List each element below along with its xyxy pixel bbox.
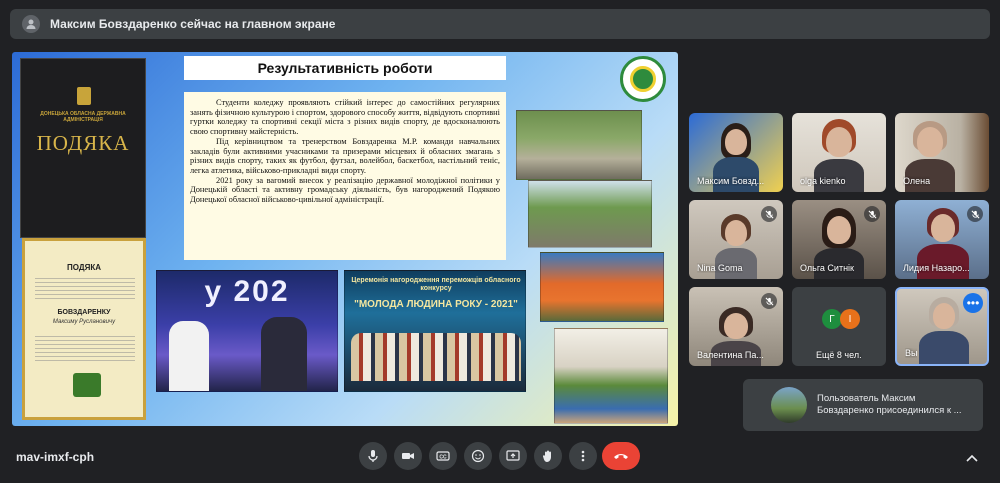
paragraph: Студенти коледжу проявляють стійкий інте… [190, 98, 500, 137]
more-options-icon [581, 450, 585, 462]
mic-off-icon [967, 206, 983, 222]
photo-ceremony-header: Церемонія нагородження переможців обласн… [351, 277, 521, 292]
present-screen-icon [506, 450, 520, 461]
camera-icon [402, 453, 414, 459]
captions-button[interactable]: CC [429, 442, 457, 470]
participant-name: Вы [905, 348, 918, 358]
participant-name: Максим Бовзд... [697, 176, 765, 186]
join-notification[interactable]: Пользователь Максим Бовздаренко присоеди… [743, 379, 983, 431]
self-tile[interactable]: ••• Вы [895, 287, 989, 366]
raise-hand-button[interactable] [534, 442, 562, 470]
shared-screen: ДОНЕЦЬКА ОБЛАСНА ДЕРЖАВНА АДМІНІСТРАЦІЯ … [12, 52, 678, 426]
photo-team [540, 252, 664, 322]
participant-tile[interactable]: Олена [895, 113, 989, 192]
participant-tile[interactable]: Ольга Ситнік [792, 200, 886, 279]
photo-ceremony: Церемонія нагородження переможців обласн… [344, 270, 526, 392]
emoji-button[interactable] [464, 442, 492, 470]
participant-tile[interactable]: Максим Бовзд... [689, 113, 783, 192]
participant-name: Лидия Назаро... [903, 263, 970, 273]
seal-icon [73, 373, 101, 397]
certificate-dark: ДОНЕЦЬКА ОБЛАСНА ДЕРЖАВНА АДМІНІСТРАЦІЯ … [20, 58, 146, 238]
participant-name: Nina Goma [697, 263, 743, 273]
microphone-button[interactable] [359, 442, 387, 470]
participant-name: Валентина Па... [697, 350, 764, 360]
participant-name: olga kienko [800, 176, 846, 186]
mic-off-icon [761, 293, 777, 309]
slide-textbox: Студенти коледжу проявляють стійкий інте… [184, 92, 506, 260]
microphone-icon [368, 450, 378, 462]
participant-avatar: І [840, 309, 860, 329]
notification-message: Пользователь Максим Бовздаренко присоеди… [817, 393, 962, 416]
participant-tile[interactable]: Лидия Назаро... [895, 200, 989, 279]
photo-award-stage: у 202 [156, 270, 338, 392]
photo-sport-1 [516, 110, 642, 180]
emoji-icon [471, 449, 485, 463]
mic-off-icon [761, 206, 777, 222]
end-call-button[interactable] [602, 442, 640, 470]
photo-sport-2 [528, 180, 652, 248]
participant-tile[interactable]: Nina Goma [689, 200, 783, 279]
camera-button[interactable] [394, 442, 422, 470]
chevron-up-icon[interactable] [962, 448, 982, 468]
college-logo-icon [620, 56, 666, 102]
participant-name: Олена [903, 176, 931, 186]
bottom-bar: mav-imxf-cph CC [0, 438, 1000, 483]
photo-group [554, 328, 668, 424]
more-options-button[interactable] [569, 442, 597, 470]
certificate-title: ПОДЯКА [36, 131, 130, 155]
more-options-icon[interactable]: ••• [963, 293, 983, 313]
paragraph: Під керівництвом та тренерством Бовздаре… [190, 136, 500, 175]
certificate-recipient: БОВЗДАРЕНКУ [57, 309, 111, 316]
photo-stage-text: у 202 [204, 275, 290, 308]
presenting-banner: Максим Бовздаренко сейчас на главном экр… [10, 9, 990, 39]
participant-tile[interactable]: olga kienko [792, 113, 886, 192]
present-screen-button[interactable] [499, 442, 527, 470]
participant-avatar [771, 387, 807, 423]
paragraph: 2021 року за вагомий внесок у реалізацію… [190, 175, 500, 205]
participant-avatar: Г [822, 309, 842, 329]
mic-off-icon [864, 206, 880, 222]
more-participants-tile[interactable]: Г І Ещё 8 чел. [792, 287, 886, 366]
presenting-text: Максим Бовздаренко сейчас на главном экр… [50, 17, 336, 31]
certificate-light: ПОДЯКА БОВЗДАРЕНКУ Максиму Руслановичу [22, 238, 146, 420]
captions-icon: CC [436, 451, 450, 461]
certificate-light-title: ПОДЯКА [67, 263, 101, 272]
photo-ceremony-title: "МОЛОДА ЛЮДИНА РОКУ - 2021" [354, 299, 518, 310]
participant-tile[interactable]: Валентина Па... [689, 287, 783, 366]
emblem-icon [77, 87, 91, 105]
svg-text:CC: CC [439, 455, 447, 461]
certificate-org: ДОНЕЦЬКА ОБЛАСНА ДЕРЖАВНА АДМІНІСТРАЦІЯ [40, 111, 126, 123]
meeting-code: mav-imxf-cph [16, 450, 95, 464]
more-participants-label: Ещё 8 чел. [816, 350, 862, 360]
participant-name: Ольга Ситнік [800, 263, 854, 273]
certificate-recipient-name: Максиму Руслановичу [52, 319, 116, 325]
end-call-icon [614, 454, 628, 459]
slide-title: Результативність роботи [184, 56, 506, 80]
presenter-avatar-icon [22, 15, 40, 33]
raise-hand-icon [542, 450, 551, 462]
